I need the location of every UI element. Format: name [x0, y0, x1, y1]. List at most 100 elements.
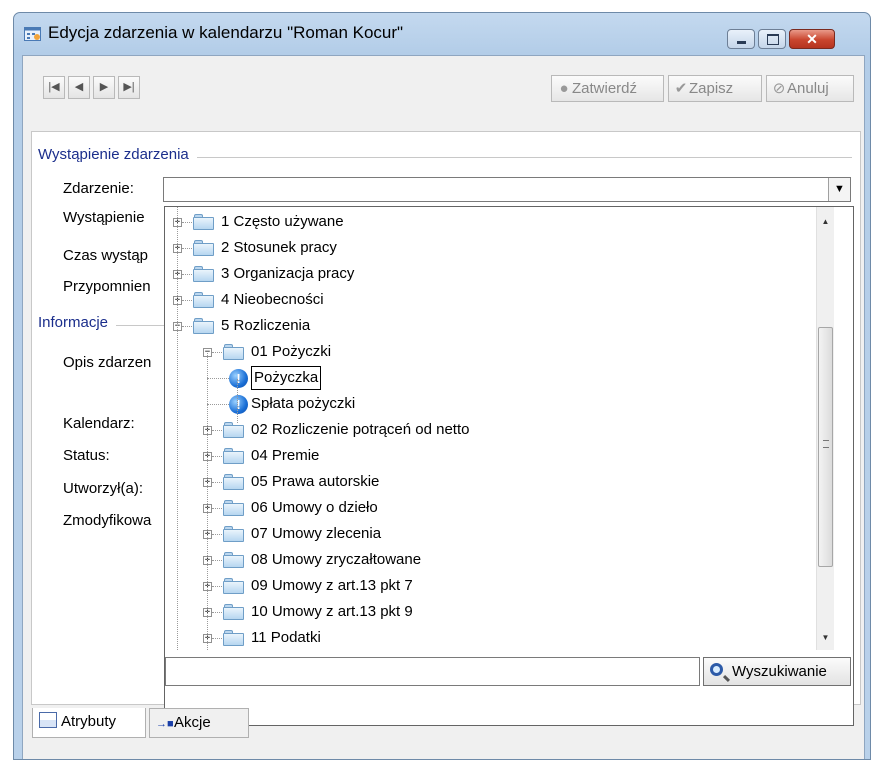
- folder-icon: [223, 604, 245, 620]
- folder-icon: [223, 448, 245, 464]
- tree-connector: [212, 352, 222, 353]
- next-record-button[interactable]: ▶: [93, 76, 115, 99]
- tree-leaf-item[interactable]: Spłata pożyczki: [165, 391, 815, 417]
- folder-icon: [193, 266, 215, 282]
- tab-attributes-label: Atrybuty: [61, 713, 117, 730]
- tree-connector: [212, 638, 222, 639]
- previous-record-button[interactable]: ◀: [68, 76, 90, 99]
- folder-icon: [193, 292, 215, 308]
- maximize-button[interactable]: [758, 29, 786, 49]
- last-record-button[interactable]: ▶|: [118, 76, 140, 99]
- search-input[interactable]: [165, 657, 700, 686]
- tree-item-label: 01 Pożyczki: [251, 343, 332, 360]
- tree-item-label: 2 Stosunek pracy: [221, 239, 337, 256]
- tree-connector: [207, 404, 229, 405]
- label-wystapienie: Wystąpienie: [63, 209, 145, 226]
- tree-connector: [182, 248, 192, 249]
- tab-actions[interactable]: →■Akcje: [149, 708, 249, 738]
- previous-icon: ◀: [74, 81, 84, 93]
- tree-folder-item[interactable]: +09 Umowy z art.13 pkt 7: [165, 573, 815, 599]
- tree-folder-item[interactable]: +3 Organizacja pracy: [165, 261, 815, 287]
- tree-connector: [177, 207, 178, 650]
- tree-connector: [212, 612, 222, 613]
- tree-item-label: 06 Umowy o dzieło: [251, 499, 378, 516]
- label-kalendarz: Kalendarz:: [63, 415, 135, 432]
- label-przypomnienie: Przypomnien: [63, 278, 151, 295]
- tree-item-label: 11 Podatki: [251, 629, 321, 646]
- combobox-dropdown-button[interactable]: ▼: [828, 178, 850, 201]
- tree-item-label: 04 Premie: [251, 447, 320, 464]
- tree-connector: [182, 274, 192, 275]
- close-button[interactable]: ✕: [789, 29, 835, 49]
- save-label: Zapisz: [689, 80, 734, 97]
- tree-connector: [207, 353, 208, 650]
- next-icon: ▶: [99, 81, 109, 93]
- tree-connector: [182, 300, 192, 301]
- save-button[interactable]: ✔ Zapisz: [668, 75, 762, 102]
- actions-icon: →■: [156, 718, 174, 730]
- last-icon: ▶|: [123, 81, 135, 93]
- chevron-down-icon: ▼: [834, 183, 845, 195]
- search-button[interactable]: Wyszukiwanie: [703, 657, 851, 686]
- folder-icon: [193, 214, 215, 230]
- tree-connector: [212, 430, 222, 431]
- scrollbar-thumb[interactable]: [818, 327, 833, 567]
- window-title: Edycja zdarzenia w kalendarzu "Roman Koc…: [48, 23, 404, 42]
- tree-leaf-item[interactable]: Pożyczka: [165, 365, 815, 391]
- tree-item-label: 05 Prawa autorskie: [251, 473, 380, 490]
- tab-actions-label: Akcje: [174, 714, 211, 731]
- event-info-icon: [229, 395, 248, 414]
- tree-item-label: Spłata pożyczki: [251, 395, 356, 412]
- tree-item-label: 07 Umowy zlecenia: [251, 525, 382, 542]
- maximize-icon: [767, 34, 779, 45]
- tree-item-label: 08 Umowy zryczałtowane: [251, 551, 422, 568]
- tree-item-label: 09 Umowy z art.13 pkt 7: [251, 577, 413, 594]
- confirm-button[interactable]: ● Zatwierdź: [551, 75, 664, 102]
- tree-scrollbar[interactable]: ▲ ▼: [816, 207, 834, 650]
- close-icon: ✕: [806, 31, 818, 47]
- event-info-icon: [229, 369, 248, 388]
- tree-folder-item[interactable]: +02 Rozliczenie potrąceń od netto: [165, 417, 815, 443]
- title-bar[interactable]: Edycja zdarzenia w kalendarzu "Roman Koc…: [14, 13, 870, 55]
- tree-folder-item[interactable]: +06 Umowy o dzieło: [165, 495, 815, 521]
- event-combobox[interactable]: ▼: [163, 177, 851, 202]
- folder-icon: [223, 500, 245, 516]
- section-title-occurrence: Wystąpienie zdarzenia: [38, 146, 197, 163]
- tree-folder-item[interactable]: +2 Stosunek pracy: [165, 235, 815, 261]
- event-tree-dropdown: +1 Często używane +2 Stosunek pracy +3 Org…: [164, 206, 854, 726]
- tree-connector: [207, 378, 229, 379]
- tree-folder-item[interactable]: −01 Pożyczki: [165, 339, 815, 365]
- tree-folder-item[interactable]: −5 Rozliczenia: [165, 313, 815, 339]
- cancel-label: Anuluj: [787, 80, 829, 97]
- tree-folder-item[interactable]: +07 Umowy zlecenia: [165, 521, 815, 547]
- first-record-button[interactable]: |◀: [43, 76, 65, 99]
- event-tree[interactable]: +1 Często używane +2 Stosunek pracy +3 Org…: [165, 207, 816, 650]
- grip-icon: [823, 440, 829, 448]
- tree-connector: [237, 379, 238, 423]
- tree-folder-item[interactable]: +1 Często używane: [165, 209, 815, 235]
- tree-item-label: 1 Często używane: [221, 213, 344, 230]
- tree-item-label: 5 Rozliczenia: [221, 317, 311, 334]
- tree-folder-item[interactable]: +11 Podatki: [165, 625, 815, 650]
- cancel-button[interactable]: ⊘ Anuluj: [766, 75, 854, 102]
- label-opis: Opis zdarzen: [63, 354, 152, 371]
- tree-item-label: Pożyczka: [251, 366, 322, 390]
- tree-folder-item[interactable]: +04 Premie: [165, 443, 815, 469]
- tree-folder-item[interactable]: +4 Nieobecności: [165, 287, 815, 313]
- tree-folder-item[interactable]: +05 Prawa autorskie: [165, 469, 815, 495]
- tree-connector: [182, 222, 192, 223]
- confirm-label: Zatwierdź: [572, 80, 638, 97]
- tree-folder-item[interactable]: +08 Umowy zryczałtowane: [165, 547, 815, 573]
- folder-icon: [223, 474, 245, 490]
- tree-folder-item[interactable]: +10 Umowy z art.13 pkt 9: [165, 599, 815, 625]
- first-icon: |◀: [48, 81, 60, 93]
- minimize-icon: [737, 41, 746, 44]
- folder-icon: [223, 422, 245, 438]
- tab-attributes[interactable]: Atrybuty: [32, 708, 146, 738]
- scroll-down-icon[interactable]: ▼: [817, 633, 834, 642]
- label-zmodyfikowal: Zmodyfikowa: [63, 512, 152, 529]
- scroll-up-icon[interactable]: ▲: [817, 217, 834, 226]
- minimize-button[interactable]: [727, 29, 755, 49]
- folder-icon: [223, 526, 245, 542]
- folder-icon: [223, 630, 245, 646]
